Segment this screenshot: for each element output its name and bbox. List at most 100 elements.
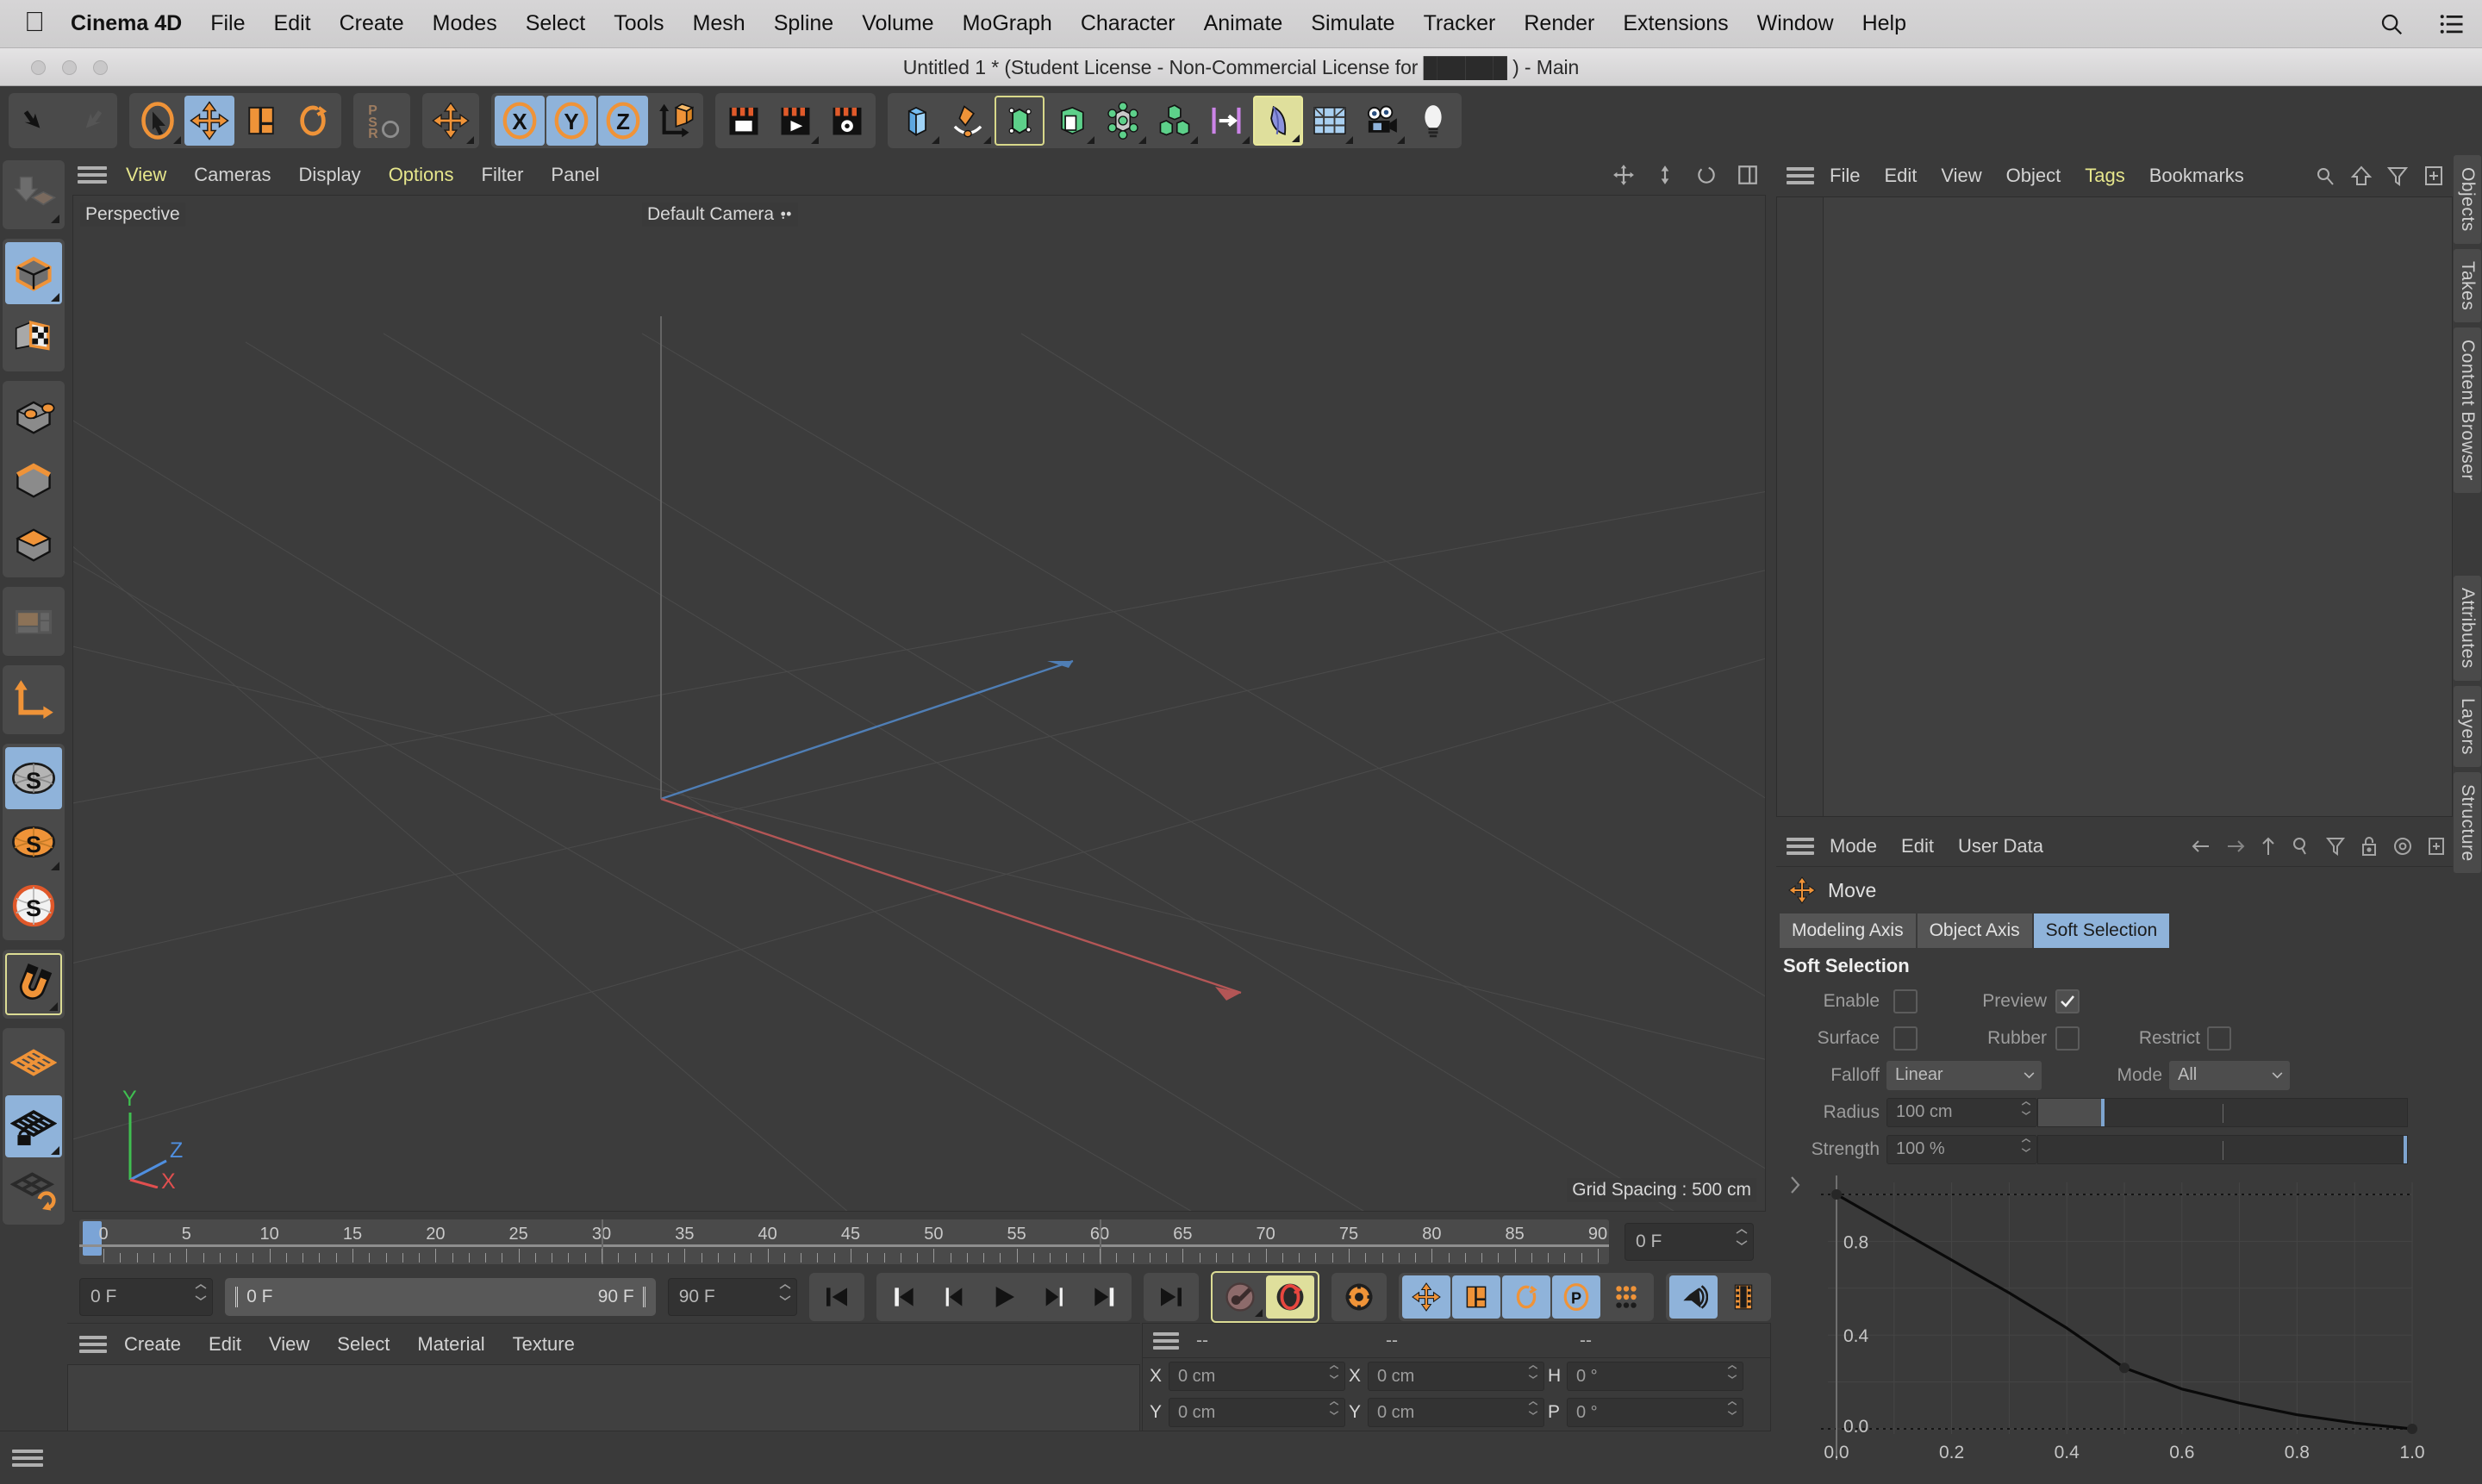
coord-field-pos-y[interactable]: 0 cm [1169,1398,1345,1427]
pan-icon[interactable] [1612,164,1635,186]
add-particle-button[interactable] [1201,96,1251,146]
control-center-icon[interactable] [2439,11,2465,37]
go-to-next-key-button[interactable] [1080,1275,1128,1319]
viewport-menu-view[interactable]: View [126,164,166,186]
attributes-menu-mode[interactable]: Mode [1830,835,1877,857]
coord-field-rot-h[interactable]: 0 ° [1567,1362,1743,1391]
target-icon[interactable] [2392,836,2413,857]
snap-magnet-button[interactable] [5,953,62,1015]
falloff-curve-chart[interactable]: 0.0 0.2 0.4 0.6 0.8 1.0 0.8 0.4 0.0 [1783,1170,2447,1472]
menu-file[interactable]: File [210,11,245,36]
timeline-current-frame-field[interactable]: 0 F [1625,1223,1754,1261]
go-back-one-frame-button[interactable] [930,1275,978,1319]
back-arrow-icon[interactable] [2191,837,2211,856]
coordinates-hamburger-icon[interactable] [1153,1331,1179,1350]
viewport-solo-button[interactable] [5,590,62,652]
render-to-picture-viewer-button[interactable] [770,96,820,146]
object-menu-tags[interactable]: Tags [2085,165,2124,187]
menu-simulate[interactable]: Simulate [1311,11,1394,36]
scale-tool[interactable] [236,96,286,146]
add-spline-button[interactable] [943,96,993,146]
object-manager-tree[interactable] [1776,196,2453,817]
vtab-structure[interactable]: Structure [2454,771,2481,874]
search-icon[interactable] [2315,165,2335,186]
add-cube-button[interactable] [891,96,941,146]
menu-create[interactable]: Create [340,11,404,36]
forward-arrow-icon[interactable] [2225,837,2246,856]
maximize-view-icon[interactable] [1737,164,1759,186]
preview-range-bar[interactable]: 0 F 90 F [225,1278,656,1316]
mode-dropdown[interactable]: All [2169,1060,2290,1090]
menu-edit[interactable]: Edit [274,11,311,36]
edges-mode-button[interactable] [5,448,62,510]
apple-logo-icon[interactable]:  [24,8,45,35]
radius-slider-knob[interactable] [2100,1098,2105,1126]
menu-select[interactable]: Select [526,11,585,36]
vtab-takes[interactable]: Takes [2454,248,2481,323]
radius-field[interactable]: 100 cm [1886,1097,2037,1127]
menu-help[interactable]: Help [1862,11,1906,36]
y-axis-lock[interactable]: Y [546,96,596,146]
model-mode-button[interactable] [5,242,62,304]
go-to-previous-key-button[interactable] [880,1275,928,1319]
render-settings-button[interactable] [822,96,872,146]
undo-button[interactable] [12,96,62,146]
psr-button[interactable]: PSR [357,96,407,146]
radius-slider[interactable] [2037,1097,2408,1127]
x-axis-lock[interactable]: X [495,96,545,146]
add-scene-object-button[interactable] [1098,96,1148,146]
make-editable-button[interactable] [5,164,62,226]
strength-slider[interactable] [2037,1134,2408,1164]
record-active-objects-button[interactable] [1216,1275,1264,1319]
add-deformer-button[interactable] [1253,96,1303,146]
material-menu-view[interactable]: View [269,1333,309,1356]
object-hamburger-icon[interactable] [1787,167,1814,184]
viewport-menu-options[interactable]: Options [389,164,454,186]
menu-cinema4d[interactable]: Cinema 4D [71,11,182,36]
film-button[interactable] [1719,1275,1768,1319]
menu-render[interactable]: Render [1524,11,1594,36]
enable-snapping-button[interactable]: S [5,811,62,873]
render-view-button[interactable] [719,96,769,146]
lock-workplane-button[interactable] [5,1095,62,1157]
enable-checkbox[interactable] [1893,988,1918,1013]
timeline-ruler[interactable]: 051015202530354045505560657075808590 [79,1219,1609,1264]
workplane-button[interactable]: S [5,875,62,937]
spinner-icon[interactable] [1735,1229,1749,1249]
menu-mesh[interactable]: Mesh [693,11,745,36]
search-icon[interactable] [2291,836,2311,857]
add-bend-button[interactable] [1046,96,1096,146]
menu-mograph[interactable]: MoGraph [963,11,1052,36]
restrict-checkbox[interactable] [2207,1026,2231,1051]
go-forward-one-frame-button[interactable] [1030,1275,1078,1319]
object-menu-view[interactable]: View [1941,165,1981,187]
points-mode-button[interactable] [5,384,62,446]
coord-field-pos-x[interactable]: 0 cm [1169,1362,1345,1391]
add-generator-button[interactable] [995,96,1045,146]
plus-icon[interactable] [2427,836,2446,857]
keyframe-selection-button[interactable] [1335,1275,1383,1319]
menu-spline[interactable]: Spline [774,11,834,36]
attributes-menu-user-data[interactable]: User Data [1958,835,2043,857]
move-tool[interactable] [184,96,234,146]
attributes-hamburger-icon[interactable] [1787,837,1814,855]
position-key-button[interactable] [1402,1275,1450,1319]
viewport-menu-cameras[interactable]: Cameras [194,164,271,186]
world-axis-button[interactable] [426,96,476,146]
menu-tracker[interactable]: Tracker [1424,11,1496,36]
polygons-mode-button[interactable] [5,512,62,574]
vtab-layers[interactable]: Layers [2454,685,2481,767]
vtab-objects[interactable]: Objects [2454,155,2481,244]
strength-field[interactable]: 100 % [1886,1134,2037,1164]
object-menu-object[interactable]: Object [2006,165,2061,187]
object-menu-bookmarks[interactable]: Bookmarks [2149,165,2244,187]
material-menu-material[interactable]: Material [417,1333,484,1356]
coord-field-rot-p[interactable]: 0 ° [1567,1398,1743,1427]
add-array-button[interactable] [1150,96,1200,146]
coord-field-size-y[interactable]: 0 cm [1368,1398,1544,1427]
plus-icon[interactable] [2423,165,2444,186]
object-menu-edit[interactable]: Edit [1884,165,1917,187]
zoom-icon[interactable] [1654,164,1676,186]
surface-checkbox[interactable] [1893,1026,1918,1051]
menu-modes[interactable]: Modes [433,11,497,36]
